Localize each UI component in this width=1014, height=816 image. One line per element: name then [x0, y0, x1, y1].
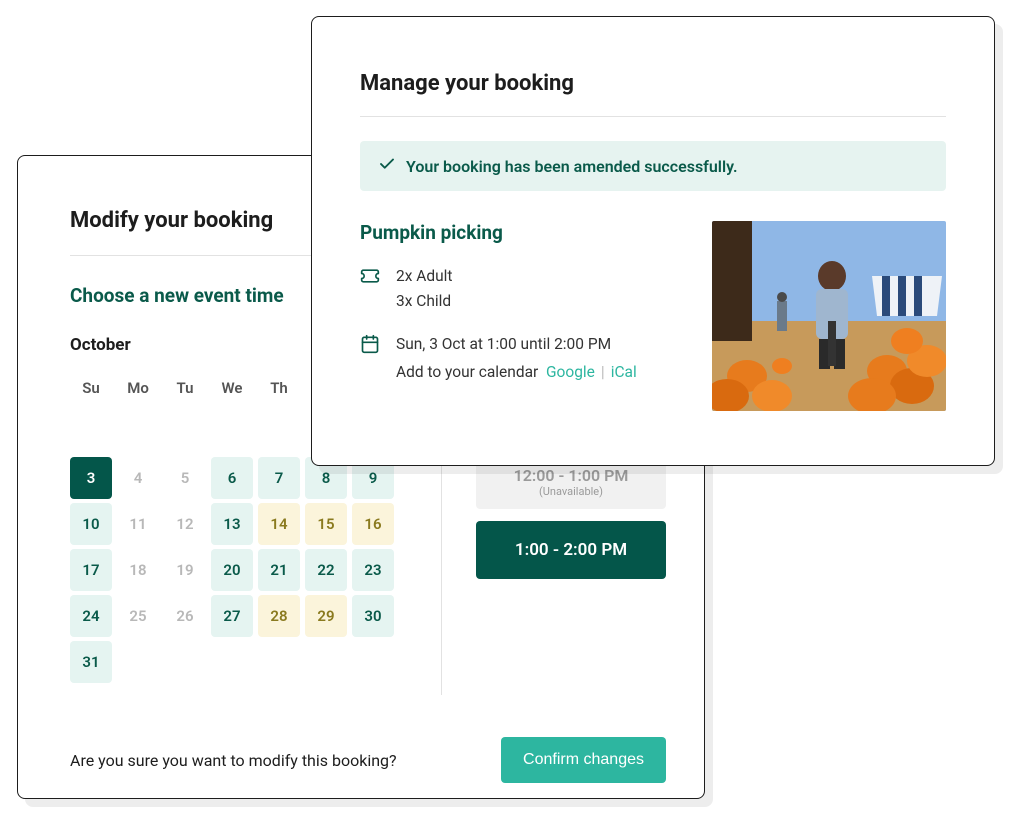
calendar-day[interactable]: 16 — [352, 503, 394, 545]
calendar-day: 11 — [117, 503, 159, 545]
timeslot-sub: (Unavailable) — [539, 485, 603, 498]
calendar-day[interactable]: 27 — [211, 595, 253, 637]
timeslot-selected[interactable]: 1:00 - 2:00 PM — [476, 521, 666, 579]
calendar-day[interactable]: 7 — [258, 457, 300, 499]
calendar-day[interactable]: 15 — [305, 503, 347, 545]
datetime-line: Sun, 3 Oct at 1:00 until 2:00 PM Add to … — [360, 332, 682, 386]
google-calendar-link[interactable]: Google — [546, 363, 595, 381]
weekday-label: Th — [258, 373, 300, 403]
event-image — [712, 221, 946, 411]
add-calendar-label: Add to your calendar — [396, 363, 538, 381]
ticket-child: 3x Child — [396, 289, 452, 314]
calendar-day: 4 — [117, 457, 159, 499]
ical-link[interactable]: iCal — [611, 363, 637, 381]
check-icon — [378, 155, 396, 177]
calendar-day[interactable]: 14 — [258, 503, 300, 545]
calendar-icon — [360, 334, 380, 358]
timeslot-time: 12:00 - 1:00 PM — [514, 466, 629, 485]
manage-title: Manage your booking — [360, 71, 946, 96]
tickets-line: 2x Adult 3x Child — [360, 264, 682, 314]
calendar-day: 26 — [164, 595, 206, 637]
calendar-day[interactable]: 28 — [258, 595, 300, 637]
calendar-day[interactable]: 22 — [305, 549, 347, 591]
calendar-day-selected[interactable]: 3 — [70, 457, 112, 499]
calendar-day: 18 — [117, 549, 159, 591]
calendar-day[interactable]: 24 — [70, 595, 112, 637]
calendar-day[interactable]: 10 — [70, 503, 112, 545]
ticket-icon — [360, 266, 380, 290]
calendar-day[interactable]: 31 — [70, 641, 112, 683]
calendar-day[interactable]: 30 — [352, 595, 394, 637]
calendar-day[interactable]: 23 — [352, 549, 394, 591]
ticket-adult: 2x Adult — [396, 264, 452, 289]
separator: | — [601, 363, 605, 381]
calendar-day: 5 — [164, 457, 206, 499]
manage-booking-card: Manage your booking Your booking has bee… — [311, 16, 995, 466]
confirm-text: Are you sure you want to modify this boo… — [70, 751, 397, 770]
datetime-text: Sun, 3 Oct at 1:00 until 2:00 PM — [396, 332, 637, 357]
confirm-button[interactable]: Confirm changes — [501, 737, 666, 783]
calendar-day[interactable]: 13 — [211, 503, 253, 545]
weekday-label: Su — [70, 373, 112, 403]
calendar-day[interactable]: 20 — [211, 549, 253, 591]
weekday-label: Tu — [164, 373, 206, 403]
weekday-label: We — [211, 373, 253, 403]
calendar-day[interactable]: 6 — [211, 457, 253, 499]
timeslot-time: 1:00 - 2:00 PM — [515, 540, 627, 560]
divider — [360, 116, 946, 117]
calendar-day[interactable]: 29 — [305, 595, 347, 637]
weekday-label: Mo — [117, 373, 159, 403]
success-text: Your booking has been amended successful… — [406, 157, 738, 176]
calendar-day: 19 — [164, 549, 206, 591]
calendar-day[interactable]: 17 — [70, 549, 112, 591]
calendar-day[interactable]: 21 — [258, 549, 300, 591]
success-banner: Your booking has been amended successful… — [360, 141, 946, 191]
calendar-day: 12 — [164, 503, 206, 545]
event-name: Pumpkin picking — [360, 221, 682, 244]
calendar-day: 25 — [117, 595, 159, 637]
